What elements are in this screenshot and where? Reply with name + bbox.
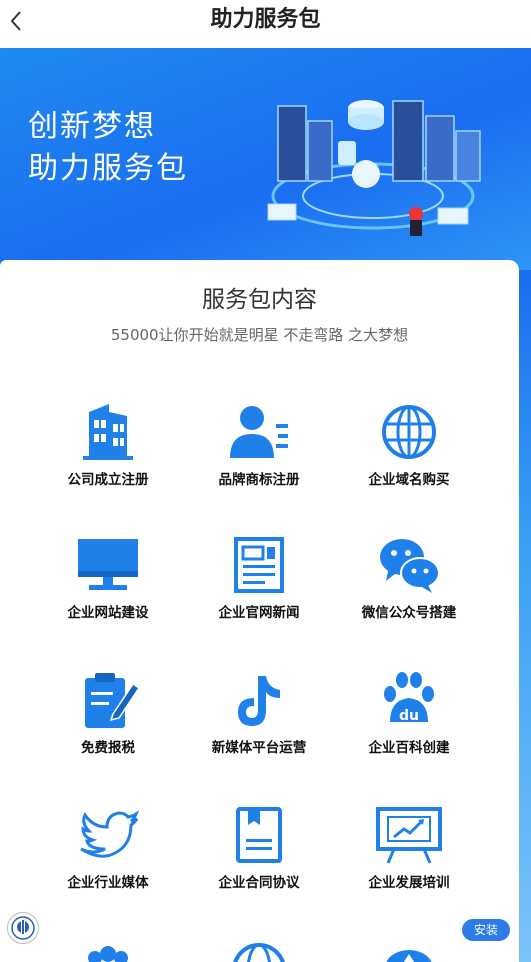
chinese-seal-logo-icon: [11, 916, 35, 940]
bird-icon: [80, 810, 140, 858]
install-button[interactable]: 安装: [462, 919, 510, 941]
service-item-label: 品牌商标注册: [218, 472, 300, 488]
hero-banner: 创新梦想 助力服务包: [0, 48, 531, 288]
service-item-contract[interactable]: 企业合同协议: [174, 805, 344, 905]
top-bar: 助力服务包: [0, 0, 531, 49]
globe-icon: [382, 405, 436, 459]
service-item-label: 企业行业媒体: [67, 875, 149, 891]
service-item-label: 企业发展培训: [368, 875, 450, 891]
side-strip: [519, 270, 531, 962]
service-item-label: 企业百科创建: [368, 740, 450, 756]
monitor-icon: [78, 539, 138, 590]
newspaper-icon: [234, 537, 284, 593]
service-item-label: 微信公众号搭建: [361, 605, 457, 621]
service-item-label: 新媒体平台运营: [211, 740, 307, 756]
service-item-label: 公司成立注册: [67, 472, 149, 488]
service-item-company-registration[interactable]: 公司成立注册: [23, 402, 193, 502]
tiktok-icon: [238, 676, 280, 726]
presentation-board-icon: [376, 807, 442, 864]
service-item-trademark[interactable]: 品牌商标注册: [174, 402, 344, 502]
service-item-industry-media[interactable]: 企业行业媒体: [23, 805, 193, 905]
card-subtitle: 55000让你开始就是明星 不走弯路 之大梦想: [110, 326, 409, 344]
service-item-website[interactable]: 企业网站建设: [23, 535, 193, 635]
service-item-label: 免费报税: [81, 740, 135, 756]
service-card: 服务包内容 55000让你开始就是明星 不走弯路 之大梦想 公司成立注册 品牌商…: [0, 260, 519, 962]
service-item-label: 企业域名购买: [368, 472, 450, 488]
service-item-new-media[interactable]: 新媒体平台运营: [174, 670, 344, 770]
group-icon: [88, 946, 128, 962]
building-icon: [83, 404, 133, 460]
cloud-icon: [386, 950, 432, 962]
floating-logo[interactable]: [7, 912, 39, 944]
service-item-wechat[interactable]: 微信公众号搭建: [324, 535, 494, 635]
baidu-paw-icon: du: [384, 672, 434, 724]
service-item-domain[interactable]: 企业域名购买: [324, 402, 494, 502]
clipboard-pen-icon: [85, 673, 141, 728]
service-item-baike[interactable]: du 企业百科创建: [324, 670, 494, 770]
service-item-label: 企业官网新闻: [218, 605, 300, 621]
service-item-tax[interactable]: 免费报税: [23, 670, 193, 770]
page-title: 助力服务包: [210, 7, 321, 32]
service-item-label: 企业网站建设: [67, 605, 149, 621]
person-list-icon: [230, 406, 288, 458]
wechat-icon: [380, 539, 440, 593]
svg-text:du: du: [399, 708, 419, 724]
card-title: 服务包内容: [202, 287, 317, 313]
globe-icon: [233, 943, 285, 962]
service-item-news[interactable]: 企业官网新闻: [174, 535, 344, 635]
service-item-training[interactable]: 企业发展培训: [324, 805, 494, 905]
banner-line-2: 助力服务包: [28, 151, 188, 186]
service-item-partial-3[interactable]: [324, 940, 494, 962]
service-item-partial-1[interactable]: [23, 940, 193, 962]
service-item-partial-2[interactable]: [174, 940, 344, 962]
banner-text: 创新梦想 助力服务包: [28, 106, 188, 190]
service-item-label: 企业合同协议: [218, 875, 300, 891]
banner-line-1: 创新梦想: [28, 109, 156, 144]
server-illustration-icon: [267, 100, 481, 236]
contract-icon: [236, 807, 282, 863]
